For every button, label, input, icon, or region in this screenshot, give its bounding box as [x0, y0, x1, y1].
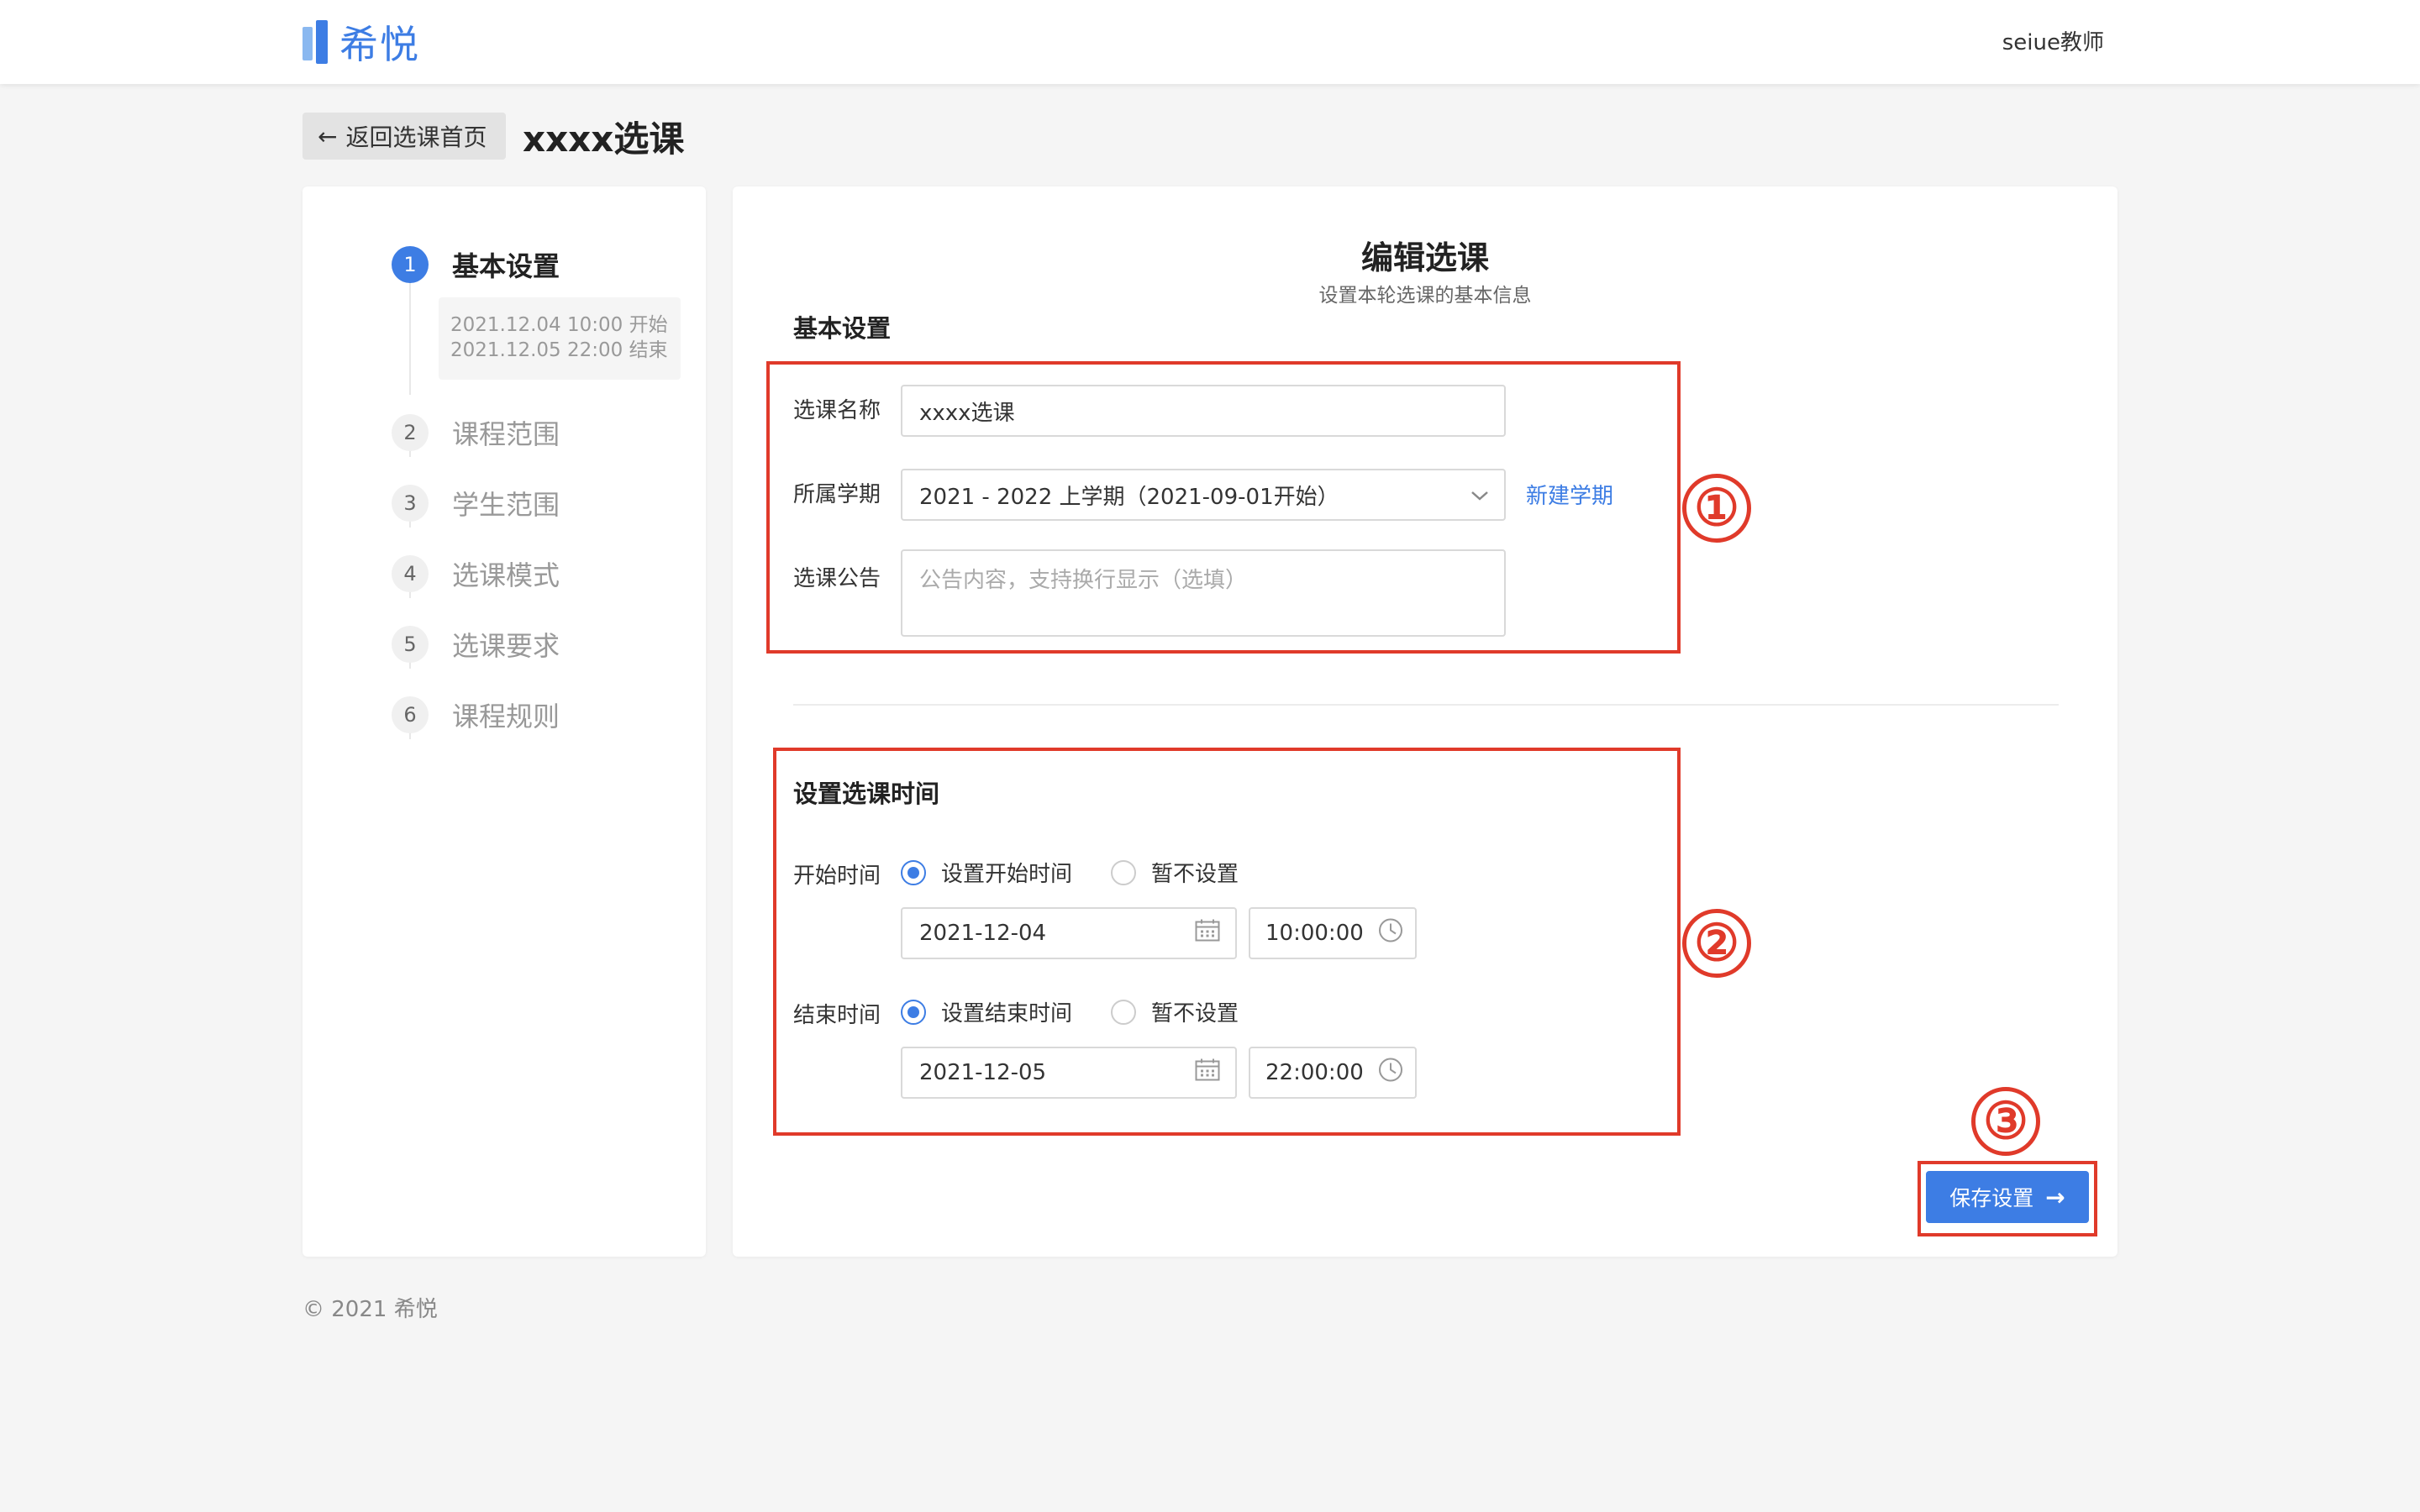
annotation-box-2: [773, 748, 1681, 1136]
form-subtitle: 设置本轮选课的基本信息: [1318, 285, 1532, 307]
arrow-left-icon: ←: [318, 122, 338, 150]
step-number: 1: [392, 246, 429, 283]
step-label: 选课模式: [452, 559, 560, 591]
step-selection-mode[interactable]: 4 选课模式: [392, 554, 560, 593]
step-selection-requirements[interactable]: 5 选课要求: [392, 625, 560, 664]
annotation-box-1: [766, 361, 1681, 654]
logo-text: 希悦: [339, 22, 420, 67]
form-title: 编辑选课: [1360, 239, 1489, 276]
step-label: 课程范围: [452, 418, 560, 450]
logo[interactable]: 希悦: [302, 18, 420, 67]
top-bar: 希悦 seiue教师: [0, 0, 2420, 84]
user-menu[interactable]: seiue教师: [2002, 25, 2104, 56]
step-number: 4: [392, 555, 429, 592]
step-basic-settings[interactable]: 1 基本设置: [392, 245, 560, 284]
basic-settings-heading: 基本设置: [793, 314, 892, 343]
step-end-time: 2021.12.05 22:00 结束: [450, 339, 668, 361]
step-label: 学生范围: [452, 489, 560, 521]
step-course-rules[interactable]: 6 课程规则: [392, 696, 560, 734]
annotation-number-2: ②: [1682, 909, 1751, 978]
step-connector: [409, 279, 411, 395]
section-divider: [793, 704, 2059, 706]
step-number: 5: [392, 626, 429, 663]
step-time-summary: 2021.12.04 10:00 开始 2021.12.05 22:00 结束: [439, 297, 681, 380]
steps-panel: 1 基本设置 2021.12.04 10:00 开始 2021.12.05 22…: [302, 186, 706, 1257]
annotation-number-3: ③: [1971, 1087, 2040, 1156]
step-number: 6: [392, 696, 429, 733]
step-student-scope[interactable]: 3 学生范围: [392, 484, 560, 522]
step-label: 课程规则: [452, 701, 560, 732]
footer-copyright: © 2021 希悦: [302, 1297, 438, 1322]
annotation-box-3: [1918, 1161, 2097, 1236]
logo-icon: [302, 20, 331, 64]
step-label: 基本设置: [452, 250, 560, 282]
back-to-home-button[interactable]: ← 返回选课首页: [302, 113, 506, 160]
step-start-time: 2021.12.04 10:00 开始: [450, 314, 668, 336]
step-number: 2: [392, 414, 429, 451]
step-course-scope[interactable]: 2 课程范围: [392, 413, 560, 452]
step-label: 选课要求: [452, 630, 560, 662]
back-button-label: 返回选课首页: [345, 123, 487, 151]
annotation-number-1: ①: [1682, 474, 1751, 543]
page-title: xxxx选课: [523, 118, 685, 160]
step-number: 3: [392, 485, 429, 522]
